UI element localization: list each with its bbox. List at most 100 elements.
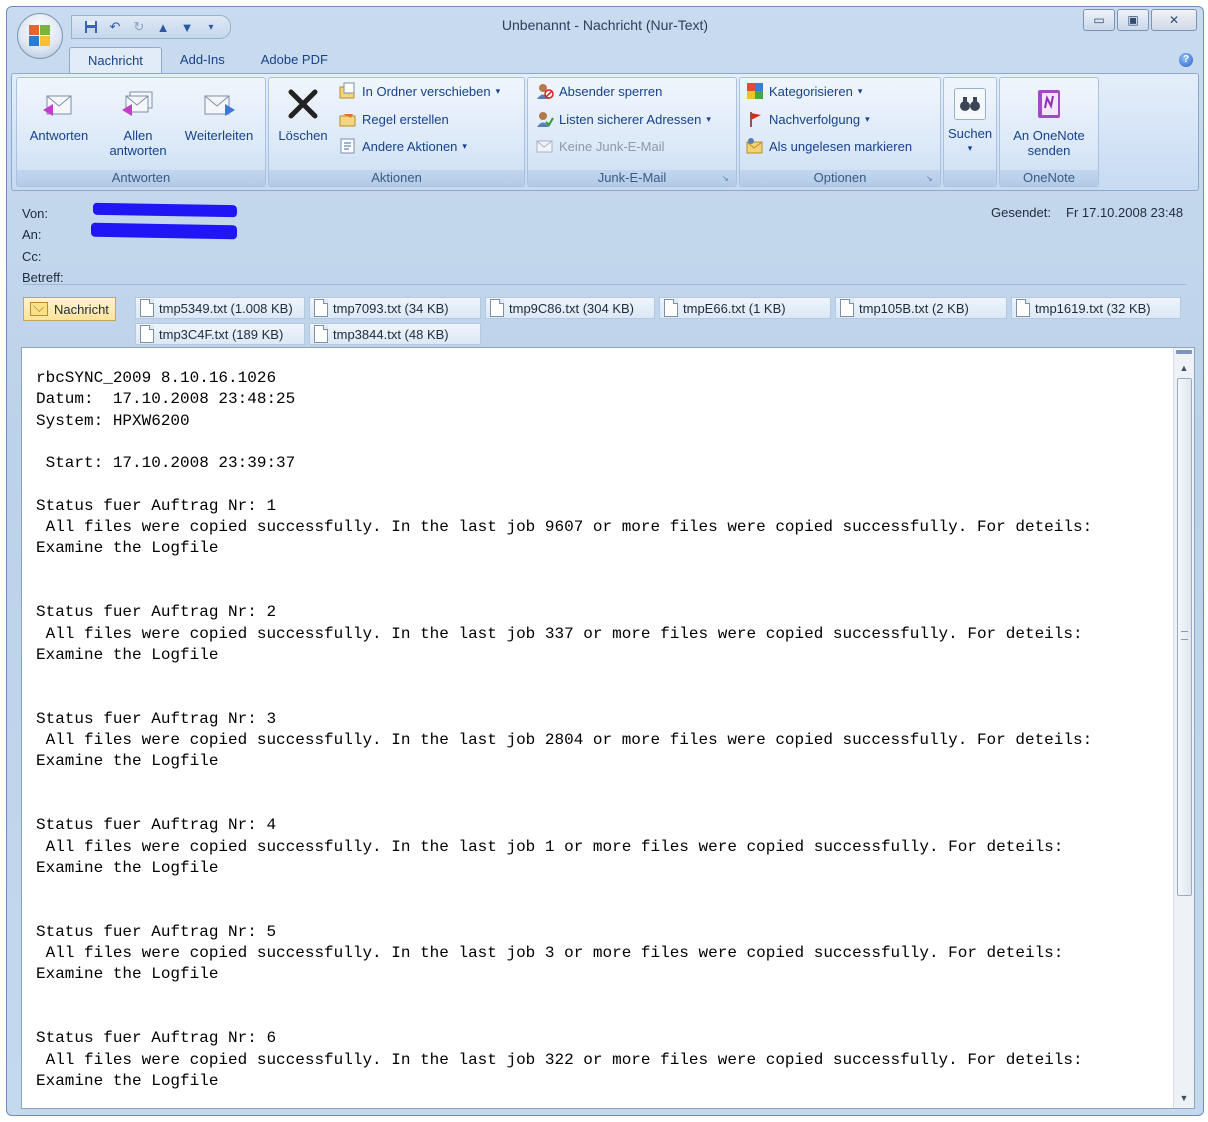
chevron-down-icon: ▾ xyxy=(462,140,467,151)
find-label: Suchen xyxy=(947,126,993,141)
maximize-button[interactable]: ▣ xyxy=(1117,9,1149,31)
reply-all-button[interactable]: Allen antworten xyxy=(101,82,175,158)
mark-unread-button[interactable]: Als ungelesen markieren xyxy=(746,135,912,157)
scroll-down-icon[interactable]: ▼ xyxy=(1174,1090,1194,1106)
categorize-label: Kategorisieren xyxy=(769,83,853,99)
reply-all-icon xyxy=(120,86,156,122)
forward-label: Weiterleiten xyxy=(184,128,254,143)
group-label-optionen: Optionen xyxy=(740,170,940,186)
reply-all-label: Allen antworten xyxy=(109,128,167,158)
block-sender-label: Absender sperren xyxy=(559,83,663,99)
close-button[interactable]: ✕ xyxy=(1151,9,1197,31)
chevron-down-icon: ▾ xyxy=(865,113,870,124)
to-label: An: xyxy=(22,227,42,242)
help-icon[interactable]: ? xyxy=(1179,53,1193,67)
delete-label: Löschen xyxy=(278,128,328,143)
not-junk-icon xyxy=(536,137,554,155)
reply-icon xyxy=(41,86,77,122)
delete-icon xyxy=(285,86,321,122)
move-to-folder-icon xyxy=(339,82,357,100)
split-handle[interactable] xyxy=(1176,350,1192,354)
from-label: Von: xyxy=(22,206,49,221)
attachment-item[interactable]: tmpE66.txt (1 KB) xyxy=(659,297,831,319)
attachment-name: tmp7093.txt (34 KB) xyxy=(333,300,449,316)
office-logo-icon xyxy=(29,25,51,47)
send-to-onenote-label: An OneNote senden xyxy=(1013,128,1085,158)
other-actions-label: Andere Aktionen xyxy=(362,138,458,154)
message-text: rbcSYNC_2009 8.10.16.1026 Datum: 17.10.2… xyxy=(36,369,1093,1090)
attachment-item[interactable]: tmp5349.txt (1.008 KB) xyxy=(135,297,305,319)
redaction-mark xyxy=(91,222,237,240)
send-to-onenote-button[interactable]: An OneNote senden xyxy=(1002,82,1096,158)
dialog-launcher-icon[interactable]: ↘ xyxy=(926,174,936,184)
message-body[interactable]: rbcSYNC_2009 8.10.16.1026 Datum: 17.10.2… xyxy=(21,347,1195,1109)
reply-button[interactable]: Antworten xyxy=(21,82,97,143)
group-aktionen: Löschen In Ordner verschieben ▾ Regel er… xyxy=(268,77,525,187)
outlook-message-window: ↶ ↻ ▲ ▼ ▾ Unbenannt - Nachricht (Nur-Tex… xyxy=(6,6,1204,1116)
group-label-antworten: Antworten xyxy=(17,170,265,186)
scroll-thumb[interactable] xyxy=(1177,378,1192,896)
attachment-name: tmpE66.txt (1 KB) xyxy=(683,300,786,316)
categorize-icon xyxy=(746,82,764,100)
group-onenote: An OneNote senden OneNote xyxy=(999,77,1099,187)
envelope-icon xyxy=(30,302,48,316)
attachment-item[interactable]: tmp3844.txt (48 KB) xyxy=(309,323,481,345)
categorize-button[interactable]: Kategorisieren ▾ xyxy=(746,80,862,102)
vertical-scrollbar[interactable]: ▲ ▼ xyxy=(1173,348,1194,1108)
group-label-suchen xyxy=(944,170,996,186)
sent-value: Fr 17.10.2008 23:48 xyxy=(1066,205,1184,220)
ribbon: Antworten Allen antworten Weiterleiten A… xyxy=(11,73,1199,191)
window-title: Unbenannt - Nachricht (Nur-Text) xyxy=(501,17,709,33)
header-divider xyxy=(23,284,1187,285)
redaction-mark xyxy=(93,202,237,218)
forward-button[interactable]: Weiterleiten xyxy=(175,82,263,143)
text-file-icon xyxy=(314,325,328,343)
office-button[interactable] xyxy=(17,13,63,59)
binoculars-icon xyxy=(954,88,986,120)
tab-add-ins[interactable]: Add-Ins xyxy=(162,47,243,73)
create-rule-label: Regel erstellen xyxy=(362,111,449,127)
follow-up-button[interactable]: Nachverfolgung ▾ xyxy=(746,108,870,130)
text-file-icon xyxy=(840,299,854,317)
block-sender-button[interactable]: Absender sperren xyxy=(536,80,662,102)
group-antworten: Antworten Allen antworten Weiterleiten A… xyxy=(16,77,266,187)
chevron-down-icon: ▾ xyxy=(495,85,501,96)
attachment-item[interactable]: tmp7093.txt (34 KB) xyxy=(309,297,481,319)
dialog-launcher-icon[interactable]: ↘ xyxy=(722,174,732,184)
attachment-item[interactable]: tmp3C4F.txt (189 KB) xyxy=(135,323,305,345)
chevron-down-icon: ▾ xyxy=(706,113,711,124)
not-junk-label: Keine Junk-E-Mail xyxy=(559,138,665,154)
attachment-name: tmp3C4F.txt (189 KB) xyxy=(159,326,284,342)
group-junk: Absender sperren Listen sicherer Adresse… xyxy=(527,77,737,187)
attachment-item[interactable]: tmp105B.txt (2 KB) xyxy=(835,297,1007,319)
ribbon-tabs: Nachricht Add-Ins Adobe PDF xyxy=(69,47,346,73)
text-file-icon xyxy=(664,299,678,317)
text-file-icon xyxy=(140,299,154,317)
find-button[interactable]: Suchen ▾ xyxy=(946,82,994,156)
tab-adobe-pdf[interactable]: Adobe PDF xyxy=(243,47,346,73)
other-actions-button[interactable]: Andere Aktionen ▾ xyxy=(339,135,467,157)
minimize-button[interactable]: ▭ xyxy=(1083,9,1115,31)
chevron-down-icon: ▾ xyxy=(967,143,973,153)
group-label-onenote: OneNote xyxy=(1000,170,1098,186)
message-tab[interactable]: Nachricht xyxy=(23,297,116,321)
follow-up-label: Nachverfolgung xyxy=(769,111,861,127)
flag-icon xyxy=(746,110,764,128)
attachment-name: tmp3844.txt (48 KB) xyxy=(333,326,449,342)
attachment-item[interactable]: tmp1619.txt (32 KB) xyxy=(1011,297,1181,319)
attachment-item[interactable]: tmp9C86.txt (304 KB) xyxy=(485,297,655,319)
move-to-folder-button[interactable]: In Ordner verschieben ▾ xyxy=(339,80,500,102)
scroll-up-icon[interactable]: ▲ xyxy=(1174,360,1194,376)
other-actions-icon xyxy=(339,137,357,155)
text-file-icon xyxy=(1016,299,1030,317)
safe-lists-icon xyxy=(536,110,554,128)
delete-button[interactable]: Löschen xyxy=(273,82,333,143)
safe-lists-label: Listen sicherer Adressen xyxy=(559,111,702,127)
attachment-name: tmp5349.txt (1.008 KB) xyxy=(159,300,293,316)
message-header: Von: An: Cc: Betreff: Gesendet: Fr 17.10… xyxy=(11,193,1197,289)
forward-icon xyxy=(201,86,237,122)
tab-nachricht[interactable]: Nachricht xyxy=(69,47,162,73)
not-junk-button[interactable]: Keine Junk-E-Mail xyxy=(536,135,665,157)
create-rule-button[interactable]: Regel erstellen xyxy=(339,108,449,130)
safe-lists-button[interactable]: Listen sicherer Adressen ▾ xyxy=(536,108,711,130)
